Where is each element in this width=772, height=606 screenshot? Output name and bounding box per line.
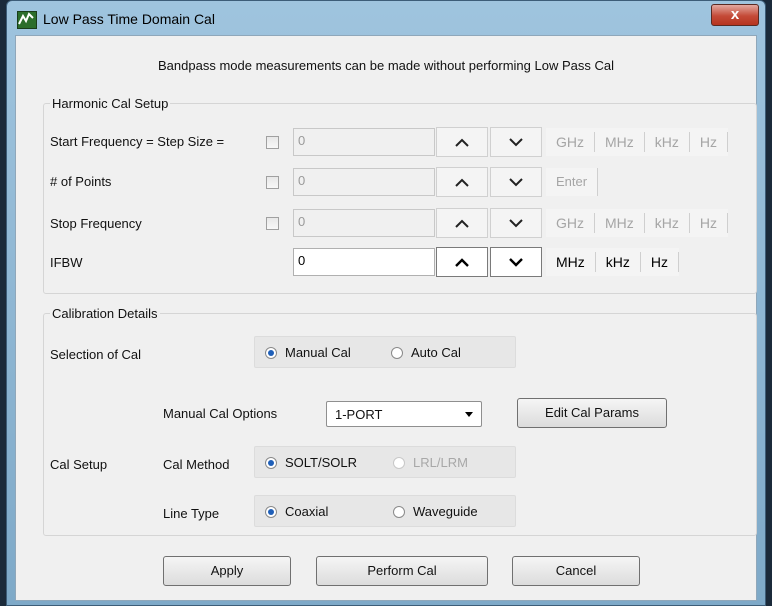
calibration-details-legend: Calibration Details	[52, 306, 158, 321]
manual-cal-label: Manual Cal	[285, 345, 351, 360]
selection-of-cal-label: Selection of Cal	[50, 347, 142, 362]
unit-khz-button[interactable]: kHz	[645, 213, 690, 233]
solt-solr-label: SOLT/SOLR	[285, 455, 358, 470]
radio-selected-icon	[265, 346, 277, 359]
lrl-lrm-radio[interactable]: LRL/LRM	[393, 455, 468, 470]
radio-selected-icon	[265, 505, 277, 518]
unit-khz-button[interactable]: kHz	[645, 132, 690, 152]
manual-cal-radio[interactable]: Manual Cal	[265, 345, 351, 360]
waveguide-label: Waveguide	[413, 504, 478, 519]
chevron-down-icon	[509, 257, 523, 267]
dialog-body: Bandpass mode measurements can be made w…	[15, 35, 757, 601]
harmonic-cal-legend: Harmonic Cal Setup	[52, 96, 169, 111]
edit-cal-params-button[interactable]: Edit Cal Params	[517, 398, 667, 428]
manual-cal-options-label: Manual Cal Options	[163, 406, 278, 421]
unit-ghz-button[interactable]: GHz	[546, 132, 595, 152]
close-button[interactable]: x	[711, 4, 759, 26]
notice-text: Bandpass mode measurements can be made w…	[158, 58, 614, 73]
unit-hz-button[interactable]: Hz	[690, 213, 729, 233]
points-down-button[interactable]	[490, 167, 542, 197]
unit-mhz-button[interactable]: MHz	[595, 213, 645, 233]
cal-setup-label: Cal Setup	[50, 457, 108, 472]
points-input[interactable]: 0	[293, 168, 435, 196]
solt-solr-radio[interactable]: SOLT/SOLR	[265, 455, 357, 470]
unit-mhz-button[interactable]: MHz	[595, 132, 645, 152]
coaxial-label: Coaxial	[285, 504, 329, 519]
stop-frequency-up-button[interactable]	[436, 208, 488, 238]
dialog-window: Low Pass Time Domain Cal x Bandpass mode…	[6, 0, 766, 606]
unit-hz-button[interactable]: Hz	[641, 252, 680, 272]
waveguide-radio[interactable]: Waveguide	[393, 504, 478, 519]
unit-ghz-button[interactable]: GHz	[546, 213, 595, 233]
stop-frequency-checkbox[interactable]	[266, 217, 279, 230]
start-frequency-down-button[interactable]	[490, 127, 542, 157]
unit-hz-button[interactable]: Hz	[690, 132, 729, 152]
unit-khz-button[interactable]: kHz	[596, 252, 641, 272]
title-bar[interactable]: Low Pass Time Domain Cal x	[7, 1, 765, 35]
window-title: Low Pass Time Domain Cal	[43, 11, 215, 27]
start-frequency-units: GHz MHz kHz Hz	[546, 128, 729, 156]
radio-unselected-icon	[391, 346, 403, 359]
chevron-up-icon	[455, 219, 469, 228]
radio-unselected-icon	[393, 505, 405, 518]
manual-cal-options-value: 1-PORT	[335, 407, 383, 422]
line-type-label: Line Type	[163, 506, 220, 521]
stop-frequency-label: Stop Frequency	[50, 216, 142, 231]
chevron-up-icon	[455, 257, 469, 267]
points-label: # of Points	[50, 174, 112, 189]
chevron-down-icon	[509, 177, 523, 186]
chevron-up-icon	[455, 138, 469, 147]
points-checkbox[interactable]	[266, 176, 279, 189]
ifbw-input[interactable]: 0	[293, 248, 435, 276]
start-frequency-checkbox[interactable]	[266, 136, 279, 149]
coaxial-radio[interactable]: Coaxial	[265, 504, 328, 519]
app-icon	[17, 11, 37, 29]
lrl-lrm-label: LRL/LRM	[413, 455, 468, 470]
stop-frequency-units: GHz MHz kHz Hz	[546, 209, 729, 237]
perform-cal-button[interactable]: Perform Cal	[316, 556, 488, 586]
stop-frequency-down-button[interactable]	[490, 208, 542, 238]
stop-frequency-input[interactable]: 0	[293, 209, 435, 237]
cancel-button[interactable]: Cancel	[512, 556, 640, 586]
ifbw-label: IFBW	[50, 255, 83, 270]
ifbw-up-button[interactable]	[436, 247, 488, 277]
chevron-down-icon	[509, 137, 523, 146]
points-enter-button[interactable]: Enter	[546, 168, 599, 196]
unit-mhz-button[interactable]: MHz	[546, 252, 596, 272]
chevron-up-icon	[455, 178, 469, 187]
cal-method-label: Cal Method	[163, 457, 230, 472]
dropdown-arrow-icon	[465, 412, 473, 417]
auto-cal-label: Auto Cal	[411, 345, 461, 360]
manual-cal-options-select[interactable]: 1-PORT	[326, 401, 482, 427]
radio-disabled-icon	[393, 456, 405, 469]
start-frequency-up-button[interactable]	[436, 127, 488, 157]
start-frequency-label: Start Frequency = Step Size =	[50, 134, 225, 149]
points-up-button[interactable]	[436, 167, 488, 197]
ifbw-units: MHz kHz Hz	[546, 248, 680, 276]
chevron-down-icon	[509, 218, 523, 227]
ifbw-down-button[interactable]	[490, 247, 542, 277]
apply-button[interactable]: Apply	[163, 556, 291, 586]
start-frequency-input[interactable]: 0	[293, 128, 435, 156]
auto-cal-radio[interactable]: Auto Cal	[391, 345, 461, 360]
radio-selected-icon	[265, 456, 277, 469]
